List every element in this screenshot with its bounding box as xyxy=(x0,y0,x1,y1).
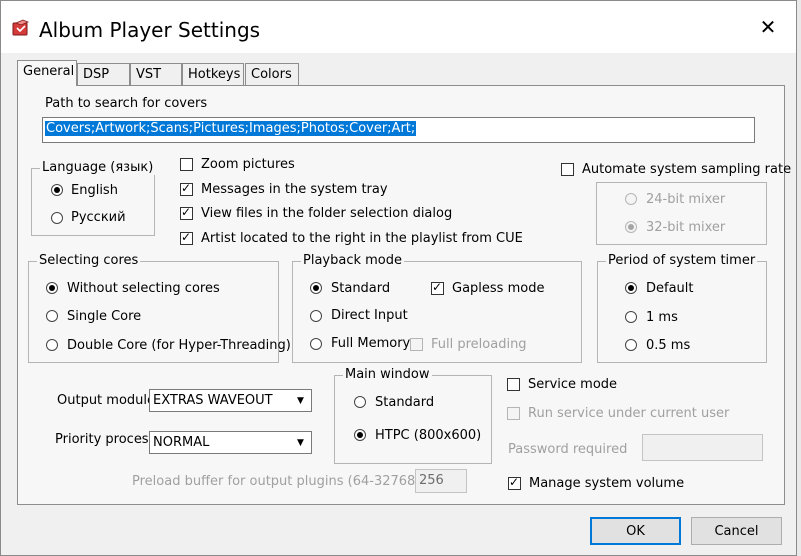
window-title: Album Player Settings xyxy=(39,18,261,42)
output-module-value: EXTRAS WAVEOUT xyxy=(153,393,273,408)
ok-button[interactable]: OK xyxy=(590,517,681,545)
mixer-24bit-label: 24-bit mixer xyxy=(646,192,726,207)
language-english-label: English xyxy=(71,183,118,198)
preload-buffer-label: Preload buffer for output plugins (64-32… xyxy=(132,474,442,489)
language-russian-label: Русский xyxy=(71,210,126,225)
language-english-radio[interactable] xyxy=(51,184,63,196)
playback-fullmem-radio[interactable] xyxy=(310,338,322,350)
cancel-label: Cancel xyxy=(714,523,759,539)
zoom-pictures-label: Zoom pictures xyxy=(201,157,295,172)
zoom-pictures-checkbox[interactable] xyxy=(180,158,193,171)
playback-direct-label: Direct Input xyxy=(331,308,408,323)
full-preloading-checkbox[interactable] xyxy=(410,338,423,351)
main-window-group-title: Main window xyxy=(343,367,432,382)
cores-none-radio[interactable] xyxy=(46,282,58,294)
playback-group-title: Playback mode xyxy=(301,253,405,268)
title-bar[interactable]: Album Player Settings ✕ xyxy=(1,1,796,53)
language-russian-radio[interactable] xyxy=(51,212,63,224)
mixer-24bit-radio[interactable] xyxy=(625,193,637,205)
playback-standard-radio[interactable] xyxy=(310,282,322,294)
chevron-down-icon: ▼ xyxy=(297,437,304,448)
playback-direct-radio[interactable] xyxy=(310,310,322,322)
main-htpc-radio[interactable] xyxy=(354,429,366,441)
automate-sampling-checkbox[interactable] xyxy=(561,163,574,176)
service-mode-label: Service mode xyxy=(528,377,618,392)
manage-volume-checkbox[interactable] xyxy=(508,475,521,490)
language-group-title: Language (язык) xyxy=(40,160,156,175)
main-window-group: Main window xyxy=(334,367,492,464)
preload-buffer-value: 256 xyxy=(419,473,444,488)
artist-right-checkbox[interactable] xyxy=(180,230,193,245)
timer-1ms-radio[interactable] xyxy=(625,311,637,323)
automate-sampling-label: Automate system sampling rate xyxy=(582,162,792,177)
tab-colors[interactable]: Colors xyxy=(245,63,299,85)
cores-double-label: Double Core (for Hyper-Threading) xyxy=(67,338,291,353)
tray-messages-checkbox[interactable] xyxy=(180,181,193,196)
playback-fullmem-label: Full Memory xyxy=(331,336,411,351)
timer-group-title: Period of system timer xyxy=(606,253,758,268)
cores-single-label: Single Core xyxy=(67,309,142,324)
timer-1ms-label: 1 ms xyxy=(646,310,678,325)
artist-right-label: Artist located to the right in the playl… xyxy=(201,231,523,246)
run-service-user-checkbox[interactable] xyxy=(507,407,520,420)
timer-default-label: Default xyxy=(646,281,694,296)
close-button[interactable]: ✕ xyxy=(740,1,796,53)
tab-general[interactable]: General xyxy=(17,60,77,86)
gapless-checkbox[interactable] xyxy=(431,280,444,295)
cores-group-title: Selecting cores xyxy=(37,253,141,268)
language-group: Language (язык) xyxy=(31,160,156,236)
tab-label: General xyxy=(23,64,75,79)
view-files-label: View files in the folder selection dialo… xyxy=(201,206,453,221)
cores-single-radio[interactable] xyxy=(46,310,58,322)
output-module-select[interactable]: EXTRAS WAVEOUT ▼ xyxy=(149,389,312,412)
tab-vst[interactable]: VST xyxy=(130,63,182,85)
mixer-32bit-radio[interactable] xyxy=(625,221,637,233)
main-standard-label: Standard xyxy=(375,395,435,410)
gapless-label: Gapless mode xyxy=(452,281,545,296)
timer-05ms-label: 0.5 ms xyxy=(646,338,691,353)
tab-hotkeys[interactable]: Hotkeys xyxy=(182,63,244,85)
manage-volume-label: Manage system volume xyxy=(529,476,685,491)
priority-label: Priority process xyxy=(55,432,156,447)
playback-standard-label: Standard xyxy=(331,281,391,296)
main-standard-radio[interactable] xyxy=(354,396,366,408)
view-files-checkbox[interactable] xyxy=(180,205,193,220)
tab-label: Colors xyxy=(251,67,292,82)
settings-dialog: Album Player Settings ✕ DSP VST Hotkeys … xyxy=(0,0,797,556)
cores-double-radio[interactable] xyxy=(46,339,58,351)
tab-label: DSP xyxy=(83,67,110,82)
mixer-32bit-label: 32-bit mixer xyxy=(646,220,726,235)
tab-label: VST xyxy=(136,67,162,82)
chevron-down-icon: ▼ xyxy=(297,395,304,406)
priority-select[interactable]: NORMAL ▼ xyxy=(149,431,312,454)
password-label: Password required xyxy=(508,442,628,457)
main-htpc-label: HTPC (800x600) xyxy=(375,428,482,443)
timer-default-radio[interactable] xyxy=(625,282,637,294)
preload-buffer-input[interactable]: 256 xyxy=(415,469,467,493)
timer-05ms-radio[interactable] xyxy=(625,339,637,351)
service-mode-checkbox[interactable] xyxy=(507,378,520,391)
close-icon: ✕ xyxy=(759,15,777,39)
covers-path-value: Covers;Artwork;Scans;Pictures;Images;Pho… xyxy=(45,121,417,136)
tab-dsp[interactable]: DSP xyxy=(77,63,130,85)
covers-path-input[interactable]: Covers;Artwork;Scans;Pictures;Images;Pho… xyxy=(42,117,755,143)
app-icon xyxy=(12,19,30,36)
covers-path-label: Path to search for covers xyxy=(45,96,208,111)
run-service-user-label: Run service under current user xyxy=(528,406,730,421)
output-module-label: Output module xyxy=(57,393,156,408)
priority-value: NORMAL xyxy=(153,435,210,450)
cores-none-label: Without selecting cores xyxy=(67,281,220,296)
full-preloading-label: Full preloading xyxy=(431,337,527,352)
password-input[interactable] xyxy=(642,434,763,461)
cancel-button[interactable]: Cancel xyxy=(691,517,782,545)
tab-label: Hotkeys xyxy=(188,67,241,82)
ok-label: OK xyxy=(626,523,645,539)
tray-messages-label: Messages in the system tray xyxy=(201,182,388,197)
